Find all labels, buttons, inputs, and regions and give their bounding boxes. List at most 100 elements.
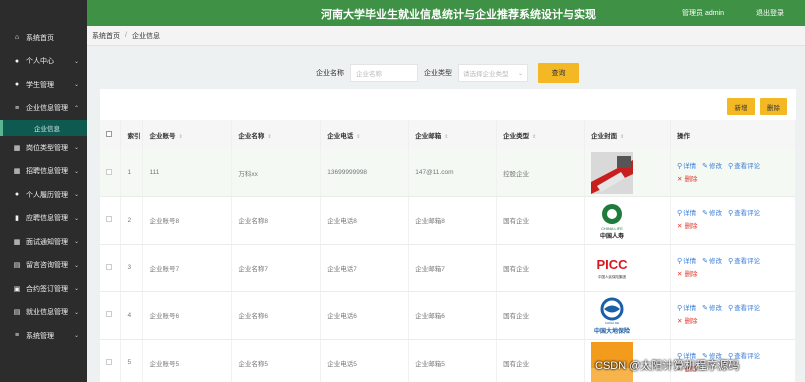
sidebar-item-job-types[interactable]: ▦ 岗位类型管理 ⌄ — [0, 136, 87, 160]
edit-link[interactable]: ✎修改 — [702, 305, 722, 312]
company-name-input[interactable]: 企业名称 — [350, 64, 418, 82]
row-checkbox[interactable] — [106, 216, 112, 223]
row-checkbox[interactable] — [106, 358, 112, 365]
row-checkbox-cell[interactable] — [100, 149, 122, 197]
review-link[interactable]: ⚲查看评论 — [728, 258, 760, 265]
chevron-down-icon: ⌄ — [73, 215, 79, 222]
sidebar-item-company-info[interactable]: ≡ 企业信息管理 ⌃ — [0, 97, 87, 121]
cell-name: 企业名称8 — [231, 196, 322, 245]
cover-image-red-logo[interactable] — [591, 151, 634, 194]
sidebar-item-system[interactable]: ≡ 系统管理 ⌄ — [0, 324, 87, 348]
sidebar-item-personal-center[interactable]: ● 个人中心 ⌄ — [0, 50, 87, 74]
edit-link[interactable]: ✎修改 — [702, 258, 722, 265]
add-button[interactable]: 新增 — [727, 98, 755, 115]
row-checkbox-cell[interactable] — [100, 244, 122, 292]
sidebar-item-applications[interactable]: ▮ 应聘信息管理 ⌄ — [0, 207, 87, 231]
edit-icon: ✎ — [702, 305, 709, 313]
column-header-phone[interactable]: 企业电话 ⇕ — [320, 120, 410, 149]
edit-icon: ✎ — [702, 162, 709, 170]
detail-link[interactable]: ⚲详情 — [677, 163, 696, 170]
sort-icon[interactable]: ⇕ — [267, 134, 271, 140]
cell-type: 国有企业 — [496, 291, 586, 340]
sidebar-item-resume[interactable]: ● 个人履历管理 ⌄ — [0, 183, 87, 207]
company-type-label: 企业类型 — [424, 70, 452, 77]
review-link[interactable]: ⚲查看评论 — [728, 210, 760, 217]
cell-name: 企业名称5 — [231, 339, 322, 382]
column-header-account[interactable]: 企业账号 ⇕ — [142, 120, 233, 149]
sidebar-item-interviews[interactable]: ▦ 面试通知管理 ⌄ — [0, 230, 87, 254]
sidebar-item-students[interactable]: ● 学生管理 ⌄ — [0, 73, 87, 97]
column-header-name[interactable]: 企业名称 ⇕ — [231, 120, 322, 149]
sort-icon[interactable]: ⇕ — [532, 134, 536, 140]
logout-link[interactable]: 退出登录 — [756, 8, 784, 18]
close-icon: ✕ — [677, 270, 683, 278]
breadcrumb-home[interactable]: 系统首页 — [92, 31, 120, 41]
delete-link[interactable]: ✕ 删除 — [677, 176, 697, 183]
review-link[interactable]: ⚲查看评论 — [728, 305, 760, 312]
company-name-label: 企业名称 — [316, 70, 344, 77]
sidebar-item-contracts[interactable]: ▣ 合约签订管理 ⌄ — [0, 277, 87, 301]
sidebar-subitem-company-info[interactable]: 企业信息 — [0, 120, 87, 136]
row-checkbox[interactable] — [106, 311, 112, 318]
row-checkbox[interactable] — [106, 263, 112, 270]
chevron-up-icon: ⌃ — [73, 105, 79, 112]
cover-image-dadi[interactable]: CHINA RE 中国大地保险 — [591, 294, 634, 337]
sidebar-item-employment[interactable]: ▤ 就业信息管理 ⌄ — [0, 301, 87, 325]
cover-image-picc[interactable]: PICC 中国人民保险集团 — [591, 246, 634, 289]
sort-icon[interactable]: ⇕ — [178, 134, 182, 140]
query-button[interactable]: 查询 — [538, 63, 579, 83]
chevron-down-icon: ⌄ — [73, 82, 79, 89]
table-row[interactable]: 3 企业账号7 企业名称7 企业电话7 企业邮箱7 国有企业 PICC 中国人民… — [100, 244, 796, 292]
detail-link[interactable]: ⚲详情 — [677, 210, 696, 217]
row-checkbox[interactable] — [106, 168, 112, 175]
detail-link[interactable]: ⚲详情 — [677, 258, 696, 265]
edit-link[interactable]: ✎修改 — [702, 163, 722, 170]
cell-email: 企业邮箱5 — [408, 339, 498, 382]
edit-icon: ✎ — [702, 257, 709, 265]
select-all-checkbox[interactable] — [106, 130, 112, 137]
delete-button[interactable]: 删除 — [760, 98, 787, 115]
company-type-select[interactable]: 请选择企业类型 ⌄ — [458, 64, 528, 82]
column-header-cover[interactable]: 企业封面 ⇕ — [584, 120, 672, 149]
sidebar: ⌂ 系统首页 ● 个人中心 ⌄ ● 学生管理 ⌄ ≡ 企业信息管理 ⌃ 企业信息 ▦ 岗位类型管… — [0, 0, 87, 382]
chevron-down-icon: ⌄ — [73, 145, 79, 152]
table-row[interactable]: 4 企业账号6 企业名称6 企业电话6 企业邮箱6 国有企业 CHINA RE … — [100, 291, 796, 340]
cell-name: 万科xx — [231, 149, 322, 197]
column-header-actions: 操作 — [670, 120, 796, 149]
table-row[interactable]: 2 企业账号8 企业名称8 企业电话8 企业邮箱8 国有企业 CHINA LIF… — [100, 196, 796, 245]
document-icon: ▤ — [13, 262, 21, 270]
column-header-index: 索引 — [120, 120, 144, 149]
column-header-type[interactable]: 企业类型 ⇕ — [496, 120, 586, 149]
sidebar-item-recruitment[interactable]: ▦ 招聘信息管理 ⌄ — [0, 160, 87, 184]
delete-link[interactable]: ✕ 删除 — [677, 318, 697, 325]
edit-link[interactable]: ✎修改 — [702, 210, 722, 217]
detail-link[interactable]: ⚲详情 — [677, 305, 696, 312]
sidebar-item-label: 系统首页 — [26, 34, 54, 42]
sort-icon[interactable]: ⇕ — [444, 134, 448, 140]
row-checkbox-cell[interactable] — [100, 196, 122, 245]
select-all-header[interactable] — [100, 120, 122, 149]
chevron-down-icon: ⌄ — [73, 262, 79, 269]
china-life-chinese-text: 中国人寿 — [600, 232, 624, 240]
table-row[interactable]: 1 111 万科xx 13699999998 147@11.com 控股企业 ⚲… — [100, 149, 796, 197]
sidebar-item-home[interactable]: ⌂ 系统首页 — [0, 26, 87, 50]
cell-cover: PICC 中国人民保险集团 — [584, 244, 672, 292]
delete-link[interactable]: ✕ 删除 — [677, 223, 697, 230]
sidebar-item-label: 合约签订管理 — [26, 285, 68, 293]
cell-index: 3 — [120, 244, 144, 292]
cell-index: 1 — [120, 149, 144, 197]
sidebar-item-label: 面试通知管理 — [26, 238, 68, 246]
cell-email: 企业邮箱6 — [408, 291, 498, 340]
review-link[interactable]: ⚲查看评论 — [728, 163, 760, 170]
cover-image-china-life[interactable]: CHINA LIFE 中国人寿 — [591, 199, 634, 242]
sort-icon[interactable]: ⇕ — [356, 134, 360, 140]
china-life-english-text: CHINA LIFE — [601, 226, 623, 231]
cell-type: 国有企业 — [496, 339, 586, 382]
cell-phone: 13699999998 — [320, 149, 410, 197]
sort-icon[interactable]: ⇕ — [620, 134, 624, 140]
delete-link[interactable]: ✕ 删除 — [677, 271, 697, 278]
row-checkbox-cell[interactable] — [100, 291, 122, 340]
column-header-email[interactable]: 企业邮箱 ⇕ — [408, 120, 498, 149]
row-checkbox-cell[interactable] — [100, 339, 122, 382]
sidebar-item-messages[interactable]: ▤ 留言咨询管理 ⌄ — [0, 254, 87, 278]
